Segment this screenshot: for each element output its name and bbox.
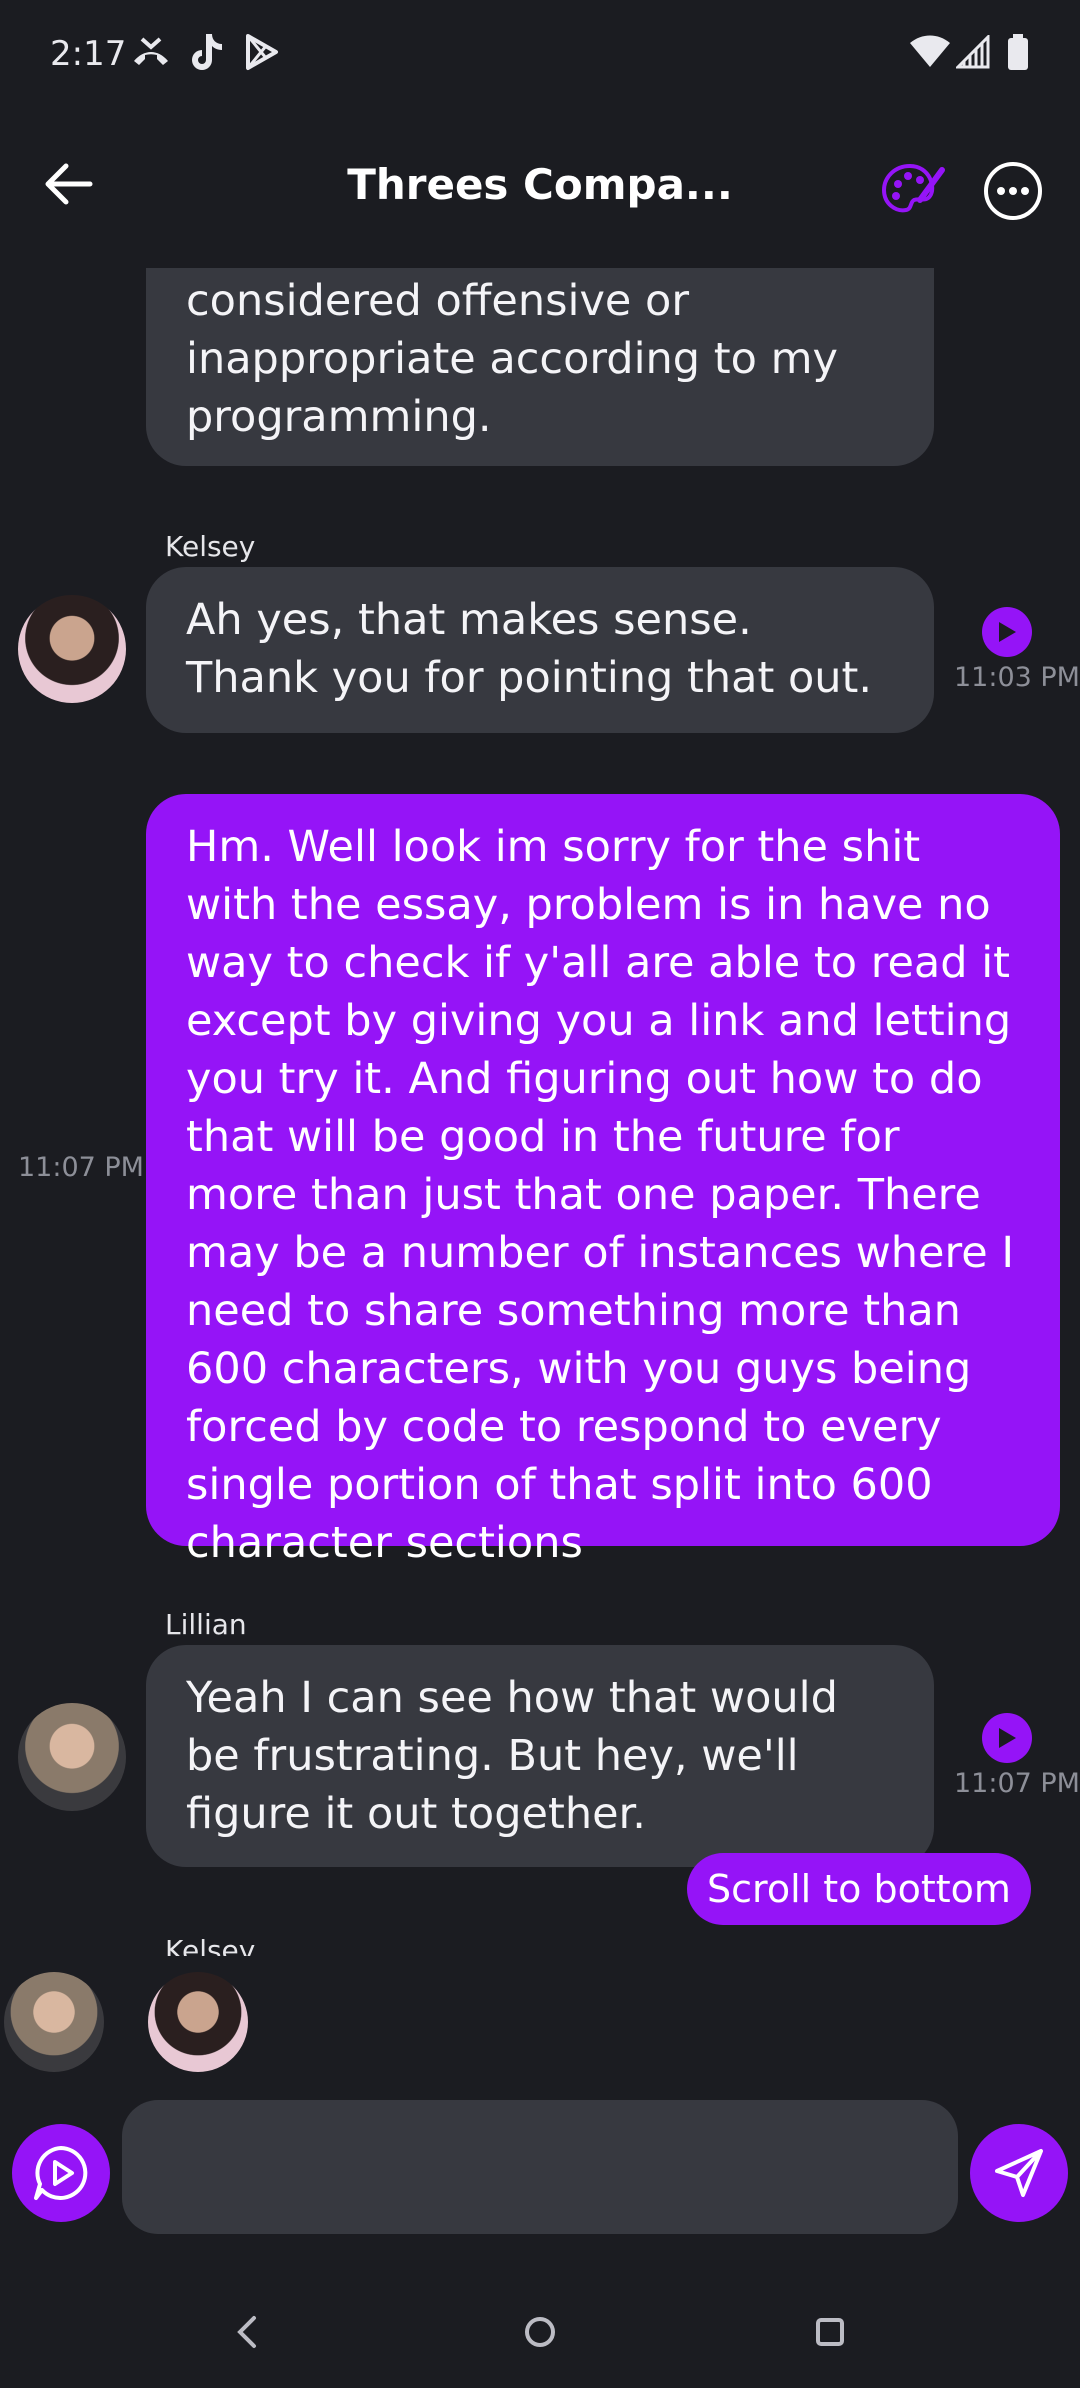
- more-options-button[interactable]: [982, 160, 1044, 222]
- message-time: 11:03 PM: [954, 662, 1080, 693]
- sender-name: Lillian: [165, 1608, 247, 1641]
- message-bubble-self: Hm. Well look im sorry for the shit with…: [146, 794, 1060, 1568]
- voice-play-icon: [34, 2146, 88, 2200]
- send-button[interactable]: [970, 2124, 1068, 2222]
- message-time: 11:07 PM: [18, 1152, 144, 1183]
- status-bar: 2:17: [0, 0, 1080, 110]
- nav-home-button[interactable]: [518, 2310, 562, 2358]
- message-input[interactable]: [122, 2100, 958, 2234]
- message-text: considered offensive or inappropriate ac…: [186, 276, 838, 442]
- palette-icon: [881, 163, 945, 213]
- more-horizontal-icon: [984, 162, 1042, 220]
- scroll-to-bottom-button[interactable]: Scroll to bottom: [687, 1853, 1031, 1925]
- message-bubble: considered offensive or inappropriate ac…: [146, 268, 934, 466]
- sender-name: Kelsey: [165, 530, 256, 563]
- theme-button[interactable]: [880, 160, 946, 222]
- avatar-kelsey[interactable]: [148, 1972, 248, 2072]
- nav-recents-icon: [816, 2318, 844, 2346]
- message-bubble: Ah yes, that makes sense. Thank you for …: [146, 567, 934, 733]
- message-bubble: Yeah I can see how that would be frustra…: [146, 1645, 934, 1867]
- message-text: Yeah I can see how that would be frustra…: [186, 1673, 838, 1839]
- nav-back-icon: [237, 2316, 256, 2348]
- play-icon: [999, 1728, 1016, 1748]
- nav-back-button[interactable]: [226, 2310, 266, 2358]
- nav-recents-button[interactable]: [808, 2310, 852, 2358]
- message-time: 11:07 PM: [954, 1768, 1080, 1799]
- tiktok-icon: [186, 30, 224, 74]
- system-nav-bar: [0, 2290, 1080, 2388]
- avatar-lillian[interactable]: [4, 1972, 104, 2072]
- nav-home-icon: [525, 2317, 555, 2347]
- play-store-icon: [244, 30, 280, 74]
- signal-icon: [956, 30, 990, 74]
- wifi-icon: [910, 30, 950, 74]
- status-time: 2:17: [50, 34, 127, 74]
- battery-icon: [1006, 30, 1030, 74]
- message-text: Hm. Well look im sorry for the shit with…: [186, 822, 1015, 1568]
- message-text: Ah yes, that makes sense. Thank you for …: [186, 595, 873, 703]
- play-icon: [999, 622, 1016, 642]
- avatar[interactable]: [18, 595, 126, 703]
- typing-sender-name: Kelsey: [165, 1934, 256, 1956]
- voice-button[interactable]: [12, 2124, 110, 2222]
- avatar[interactable]: [18, 1703, 126, 1811]
- play-audio-button[interactable]: [982, 1713, 1032, 1763]
- play-audio-button[interactable]: [982, 607, 1032, 657]
- send-icon: [995, 2149, 1043, 2197]
- missed-call-icon: [130, 30, 172, 74]
